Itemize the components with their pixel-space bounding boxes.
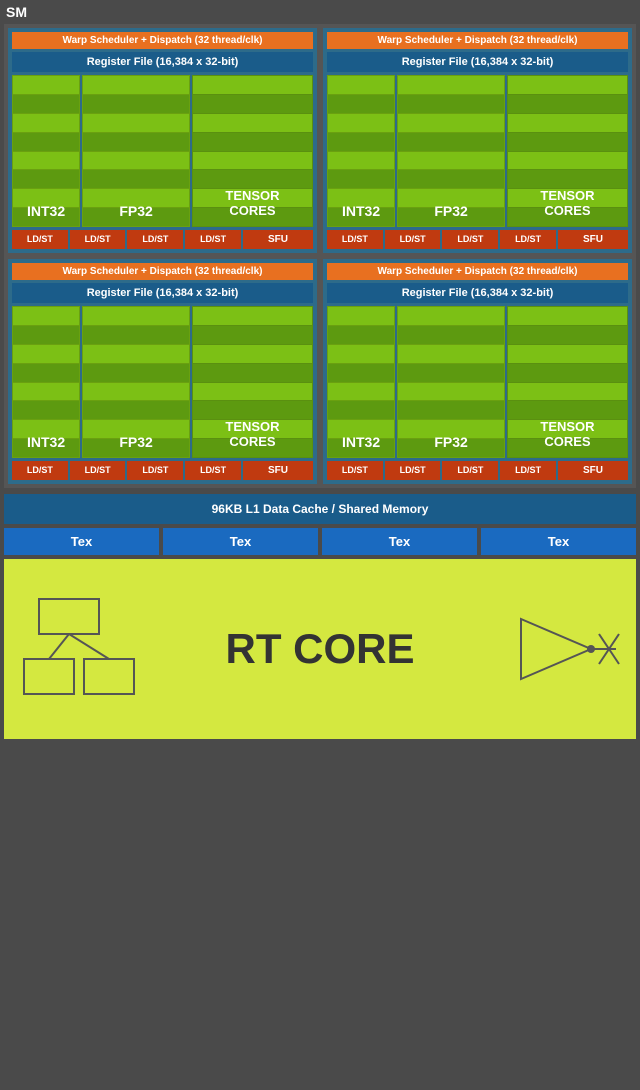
bottom-row-3: LD/ST LD/ST LD/ST LD/ST SFU bbox=[12, 461, 313, 480]
register-file-4: Register File (16,384 x 32-bit) bbox=[327, 283, 628, 303]
int32-label-3: INT32 bbox=[12, 434, 80, 450]
tex-button-3[interactable]: Tex bbox=[481, 528, 636, 555]
l1-cache: 96KB L1 Data Cache / Shared Memory bbox=[4, 494, 636, 524]
ldst-1-1: LD/ST bbox=[70, 230, 126, 249]
cores-section-2: INT32 FP32 bbox=[327, 75, 628, 227]
int32-col-4: INT32 bbox=[327, 306, 395, 458]
warp-scheduler-3: Warp Scheduler + Dispatch (32 thread/clk… bbox=[12, 263, 313, 280]
sfu-1: SFU bbox=[243, 230, 313, 249]
fp32-label-3: FP32 bbox=[82, 434, 190, 450]
fp32-label-1: FP32 bbox=[82, 203, 190, 219]
bottom-row-2: LD/ST LD/ST LD/ST LD/ST SFU bbox=[327, 230, 628, 249]
ldst-3-3: LD/ST bbox=[185, 461, 241, 480]
tex-row: Tex Tex Tex Tex bbox=[4, 528, 636, 555]
int32-col-3: INT32 bbox=[12, 306, 80, 458]
register-file-3: Register File (16,384 x 32-bit) bbox=[12, 283, 313, 303]
warp-scheduler-4: Warp Scheduler + Dispatch (32 thread/clk… bbox=[327, 263, 628, 280]
ldst-2-3: LD/ST bbox=[500, 230, 556, 249]
ldst-2-2: LD/ST bbox=[442, 230, 498, 249]
bottom-row-1: LD/ST LD/ST LD/ST LD/ST SFU bbox=[12, 230, 313, 249]
ldst-1-0: LD/ST bbox=[12, 230, 68, 249]
quadrant-4: Warp Scheduler + Dispatch (32 thread/clk… bbox=[323, 259, 632, 484]
int32-col-2: INT32 bbox=[327, 75, 395, 227]
quadrant-grid: Warp Scheduler + Dispatch (32 thread/clk… bbox=[8, 28, 632, 484]
quadrant-3: Warp Scheduler + Dispatch (32 thread/clk… bbox=[8, 259, 317, 484]
ldst-3-0: LD/ST bbox=[12, 461, 68, 480]
tensor-col-1: TENSORCORES bbox=[192, 75, 313, 227]
cores-section-1: INT32 FP32 bbox=[12, 75, 313, 227]
ldst-1-3: LD/ST bbox=[185, 230, 241, 249]
fp32-col-2: FP32 bbox=[397, 75, 505, 227]
bottom-row-4: LD/ST LD/ST LD/ST LD/ST SFU bbox=[327, 461, 628, 480]
sfu-2: SFU bbox=[558, 230, 628, 249]
tensor-label-4: TENSORCORES bbox=[507, 419, 628, 450]
cores-section-3: INT32 FP32 bbox=[12, 306, 313, 458]
int32-col-1: INT32 bbox=[12, 75, 80, 227]
tensor-col-2: TENSORCORES bbox=[507, 75, 628, 227]
tex-button-2[interactable]: Tex bbox=[322, 528, 477, 555]
fp32-col-4: FP32 bbox=[397, 306, 505, 458]
rt-core-label: RT CORE bbox=[226, 625, 415, 673]
fp32-label-2: FP32 bbox=[397, 203, 505, 219]
ldst-4-2: LD/ST bbox=[442, 461, 498, 480]
ldst-3-2: LD/ST bbox=[127, 461, 183, 480]
quadrant-2: Warp Scheduler + Dispatch (32 thread/clk… bbox=[323, 28, 632, 253]
rt-core-section: RT CORE bbox=[4, 559, 636, 739]
quadrant-1: Warp Scheduler + Dispatch (32 thread/clk… bbox=[8, 28, 317, 253]
register-file-1: Register File (16,384 x 32-bit) bbox=[12, 52, 313, 72]
register-file-2: Register File (16,384 x 32-bit) bbox=[327, 52, 628, 72]
rt-shapes-left bbox=[19, 589, 149, 709]
warp-scheduler-1: Warp Scheduler + Dispatch (32 thread/clk… bbox=[12, 32, 313, 49]
cores-section-4: INT32 FP32 bbox=[327, 306, 628, 458]
fp32-label-4: FP32 bbox=[397, 434, 505, 450]
ldst-1-2: LD/ST bbox=[127, 230, 183, 249]
sfu-4: SFU bbox=[558, 461, 628, 480]
tex-button-1[interactable]: Tex bbox=[163, 528, 318, 555]
fp32-col-3: FP32 bbox=[82, 306, 190, 458]
fp32-col-1: FP32 bbox=[82, 75, 190, 227]
warp-scheduler-2: Warp Scheduler + Dispatch (32 thread/clk… bbox=[327, 32, 628, 49]
tensor-col-3: TENSORCORES bbox=[192, 306, 313, 458]
tensor-label-3: TENSORCORES bbox=[192, 419, 313, 450]
sm-label: SM bbox=[0, 0, 640, 24]
tensor-label-1: TENSORCORES bbox=[192, 188, 313, 219]
ldst-2-0: LD/ST bbox=[327, 230, 383, 249]
ldst-4-3: LD/ST bbox=[500, 461, 556, 480]
ldst-3-1: LD/ST bbox=[70, 461, 126, 480]
ldst-2-1: LD/ST bbox=[385, 230, 441, 249]
ldst-4-0: LD/ST bbox=[327, 461, 383, 480]
int32-label-2: INT32 bbox=[327, 203, 395, 219]
int32-label-1: INT32 bbox=[12, 203, 80, 219]
rt-shapes-right bbox=[511, 609, 621, 689]
ldst-4-1: LD/ST bbox=[385, 461, 441, 480]
int32-label-4: INT32 bbox=[327, 434, 395, 450]
sfu-3: SFU bbox=[243, 461, 313, 480]
tensor-label-2: TENSORCORES bbox=[507, 188, 628, 219]
tensor-col-4: TENSORCORES bbox=[507, 306, 628, 458]
outer-container: Warp Scheduler + Dispatch (32 thread/clk… bbox=[4, 24, 636, 488]
tex-button-0[interactable]: Tex bbox=[4, 528, 159, 555]
